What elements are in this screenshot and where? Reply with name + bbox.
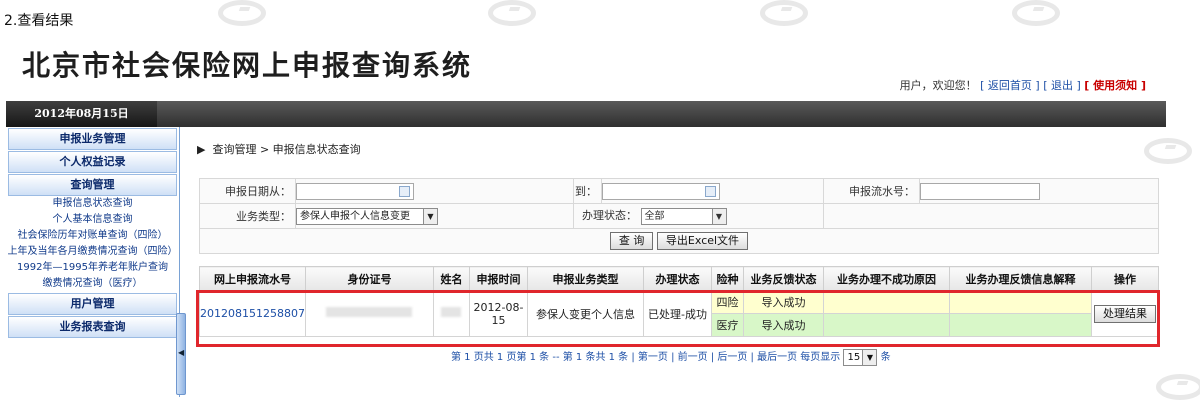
date-to-input[interactable]	[602, 182, 720, 200]
watermark-logo	[1156, 374, 1200, 400]
highlight-box	[196, 290, 1160, 347]
calendar-icon[interactable]	[399, 185, 410, 197]
date-from-cell	[295, 178, 574, 204]
col-biz-type: 申报业务类型	[526, 266, 644, 291]
sidebar-item-basic-info[interactable]: 个人基本信息查询	[6, 212, 179, 228]
date-to-label: 到：	[573, 178, 602, 204]
breadcrumb-text: 查询管理 > 申报信息状态查询	[212, 143, 361, 156]
empty-cell	[823, 203, 1159, 229]
logout-link[interactable]: [ 退出 ]	[1043, 79, 1081, 92]
per-page-value: 15	[847, 351, 861, 363]
serial-cell	[919, 178, 1159, 204]
greeting-text: 用户，欢迎您！	[899, 79, 977, 92]
biz-type-label: 业务类型：	[199, 203, 296, 229]
system-title: 北京市社会保险网上申报查询系统	[22, 49, 473, 82]
watermark-logo	[1012, 0, 1060, 26]
biz-type-cell: 参保人申报个人信息变更 ▼	[295, 203, 574, 229]
pagination-text[interactable]: 第 1 页共 1 页第 1 条 -- 第 1 条共 1 条 | 第一页 | 前一…	[451, 352, 840, 363]
col-date: 申报时间	[468, 266, 528, 291]
col-action: 操作	[1090, 266, 1160, 291]
button-row: 查 询 导出Excel文件	[199, 228, 1159, 254]
col-name: 姓名	[432, 266, 470, 291]
sidebar-item-medical-payment[interactable]: 缴费情况查询（医疗）	[6, 276, 179, 292]
sidebar-item-monthly-payment[interactable]: 上年及当年各月缴费情况查询（四险）	[6, 244, 179, 260]
query-button[interactable]: 查 询	[609, 232, 654, 250]
biz-type-select[interactable]: 参保人申报个人信息变更 ▼	[296, 207, 438, 225]
biz-type-value: 参保人申报个人信息变更	[300, 210, 410, 222]
watermark-logo	[760, 0, 808, 26]
search-form: 申报日期从： 到： 申报流水号： 业务类型： 参保人申报个人信息变更 ▼ 办理状态…	[199, 178, 1159, 254]
date-from-label: 申报日期从：	[199, 178, 296, 204]
sidebar-item-pension-account[interactable]: 1992年—1995年养老年账户查询	[6, 260, 179, 276]
col-feedback: 业务反馈状态	[742, 266, 824, 291]
col-insurance: 险种	[710, 266, 744, 291]
serial-label: 申报流水号：	[823, 178, 920, 204]
chevron-down-icon[interactable]: ▼	[423, 208, 437, 224]
watermark-logo	[218, 0, 266, 26]
sidebar-cat-report[interactable]: 业务报表查询	[8, 316, 177, 338]
sidebar-item-status-query[interactable]: 申报信息状态查询	[6, 196, 179, 212]
per-page-select[interactable]: 15 ▼	[843, 348, 878, 366]
sidebar: 申报业务管理 个人权益记录 查询管理 申报信息状态查询 个人基本信息查询 社会保…	[6, 127, 180, 397]
status-cell: 办理状态： 全部 ▼	[573, 203, 824, 229]
col-feedback-info: 业务办理反馈信息解释	[948, 266, 1092, 291]
col-fail-reason: 业务办理不成功原因	[822, 266, 950, 291]
notice-link[interactable]: [ 使用须知 ]	[1084, 79, 1146, 92]
sidebar-item-yearly-statement[interactable]: 社会保险历年对账单查询（四险）	[6, 228, 179, 244]
arrow-left-icon: ◀	[178, 348, 185, 357]
sidebar-cat-apply[interactable]: 申报业务管理	[8, 128, 177, 150]
sidebar-collapse-handle[interactable]: ◀	[176, 313, 186, 395]
pagination: 第 1 页共 1 页第 1 条 -- 第 1 条共 1 条 | 第一页 | 前一…	[451, 348, 891, 366]
current-date: 2012年08月15日	[6, 101, 157, 127]
col-status: 办理状态	[642, 266, 712, 291]
top-links: 用户，欢迎您！ [ 返回首页 ] [ 退出 ] [ 使用须知 ]	[900, 77, 1146, 93]
chevron-down-icon[interactable]: ▼	[711, 208, 726, 224]
date-bar: 2012年08月15日	[6, 101, 1166, 127]
status-select[interactable]: 全部 ▼	[640, 207, 727, 225]
watermark-logo	[488, 0, 536, 26]
status-value: 全部	[644, 210, 665, 222]
watermark-logo	[1144, 138, 1192, 164]
breadcrumb: ▶ 查询管理 > 申报信息状态查询	[197, 141, 361, 157]
sidebar-cat-user[interactable]: 用户管理	[8, 293, 177, 315]
col-id-number: 身份证号	[304, 266, 434, 291]
sidebar-cat-rights[interactable]: 个人权益记录	[8, 151, 177, 173]
pagination-suffix: 条	[880, 352, 891, 363]
col-serial: 网上申报流水号	[199, 266, 306, 291]
calendar-icon[interactable]	[705, 185, 716, 197]
date-to-cell	[601, 178, 824, 204]
breadcrumb-arrow-icon: ▶	[197, 143, 213, 156]
status-label: 办理状态：	[582, 209, 637, 223]
step-label: 2.查看结果	[4, 13, 74, 29]
export-excel-button[interactable]: 导出Excel文件	[656, 232, 749, 250]
serial-input[interactable]	[920, 182, 1040, 200]
chevron-down-icon[interactable]: ▼	[862, 349, 877, 365]
sidebar-cat-query[interactable]: 查询管理	[8, 174, 177, 196]
date-from-input[interactable]	[296, 182, 414, 200]
home-link[interactable]: [ 返回首页 ]	[980, 79, 1040, 92]
